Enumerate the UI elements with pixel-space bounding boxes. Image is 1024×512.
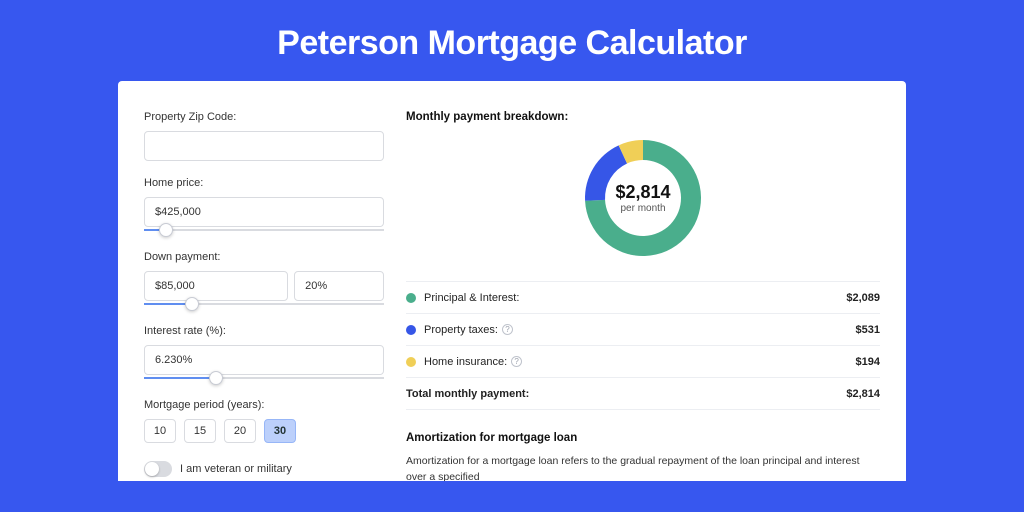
legend-value: $2,089 — [846, 292, 880, 304]
donut-amount: $2,814 — [615, 182, 670, 203]
home-price-slider-thumb[interactable] — [159, 223, 173, 237]
legend-label-text: Principal & Interest: — [424, 292, 519, 304]
interest-slider-fill — [144, 377, 216, 379]
period-option-20[interactable]: 20 — [224, 419, 256, 443]
form-panel: Property Zip Code: Home price: Down paym… — [144, 111, 384, 481]
interest-group: Interest rate (%): — [144, 325, 384, 379]
period-option-30[interactable]: 30 — [264, 419, 296, 443]
period-option-10[interactable]: 10 — [144, 419, 176, 443]
interest-slider-thumb[interactable] — [209, 371, 223, 385]
home-price-slider[interactable] — [144, 229, 384, 231]
legend-row: Principal & Interest: $2,089 — [406, 282, 880, 314]
legend-row: Property taxes:?$531 — [406, 314, 880, 346]
amortization-title: Amortization for mortgage loan — [406, 432, 880, 444]
legend-value: $531 — [856, 324, 880, 336]
donut-center: $2,814 per month — [578, 133, 708, 263]
zip-group: Property Zip Code: — [144, 111, 384, 161]
donut-chart: $2,814 per month — [578, 133, 708, 263]
legend-label: Home insurance:? — [424, 356, 856, 368]
period-options: 10 15 20 30 — [144, 419, 384, 443]
zip-input[interactable] — [144, 131, 384, 161]
down-payment-pct-input[interactable] — [294, 271, 384, 301]
breakdown-title: Monthly payment breakdown: — [406, 111, 880, 123]
interest-label: Interest rate (%): — [144, 325, 384, 337]
legend-value: $194 — [856, 356, 880, 368]
down-payment-group: Down payment: — [144, 251, 384, 305]
period-label: Mortgage period (years): — [144, 399, 384, 411]
legend: Principal & Interest: $2,089 Property taxe… — [406, 281, 880, 410]
interest-slider[interactable] — [144, 377, 384, 379]
down-payment-input[interactable] — [144, 271, 288, 301]
amortization-text: Amortization for a mortgage loan refers … — [406, 454, 880, 481]
interest-input[interactable] — [144, 345, 384, 375]
legend-total-label: Total monthly payment: — [406, 388, 846, 400]
legend-label-text: Home insurance: — [424, 356, 507, 368]
home-price-label: Home price: — [144, 177, 384, 189]
legend-total-value: $2,814 — [846, 388, 880, 400]
period-option-15[interactable]: 15 — [184, 419, 216, 443]
legend-total-row: Total monthly payment:$2,814 — [406, 378, 880, 410]
legend-dot — [406, 357, 416, 367]
donut-chart-wrap: $2,814 per month — [406, 133, 880, 263]
legend-row: Home insurance:?$194 — [406, 346, 880, 378]
down-payment-label: Down payment: — [144, 251, 384, 263]
legend-label-text: Property taxes: — [424, 324, 498, 336]
legend-label: Principal & Interest: — [424, 292, 846, 304]
donut-unit: per month — [620, 203, 665, 214]
calculator-card: Property Zip Code: Home price: Down paym… — [118, 81, 906, 481]
home-price-group: Home price: — [144, 177, 384, 231]
amortization-section: Amortization for mortgage loan Amortizat… — [406, 432, 880, 481]
down-payment-slider-thumb[interactable] — [185, 297, 199, 311]
legend-dot — [406, 293, 416, 303]
down-payment-slider[interactable] — [144, 303, 384, 305]
veteran-row: I am veteran or military — [144, 461, 384, 477]
zip-label: Property Zip Code: — [144, 111, 384, 123]
veteran-label: I am veteran or military — [180, 463, 292, 475]
home-price-input[interactable] — [144, 197, 384, 227]
period-group: Mortgage period (years): 10 15 20 30 — [144, 399, 384, 443]
help-icon[interactable]: ? — [511, 356, 522, 367]
veteran-toggle[interactable] — [144, 461, 172, 477]
legend-dot — [406, 325, 416, 335]
breakdown-panel: Monthly payment breakdown: $2,814 per mo… — [406, 111, 880, 481]
veteran-toggle-knob — [145, 462, 159, 476]
page-title: Peterson Mortgage Calculator — [0, 0, 1024, 81]
legend-label: Property taxes:? — [424, 324, 856, 336]
help-icon[interactable]: ? — [502, 324, 513, 335]
